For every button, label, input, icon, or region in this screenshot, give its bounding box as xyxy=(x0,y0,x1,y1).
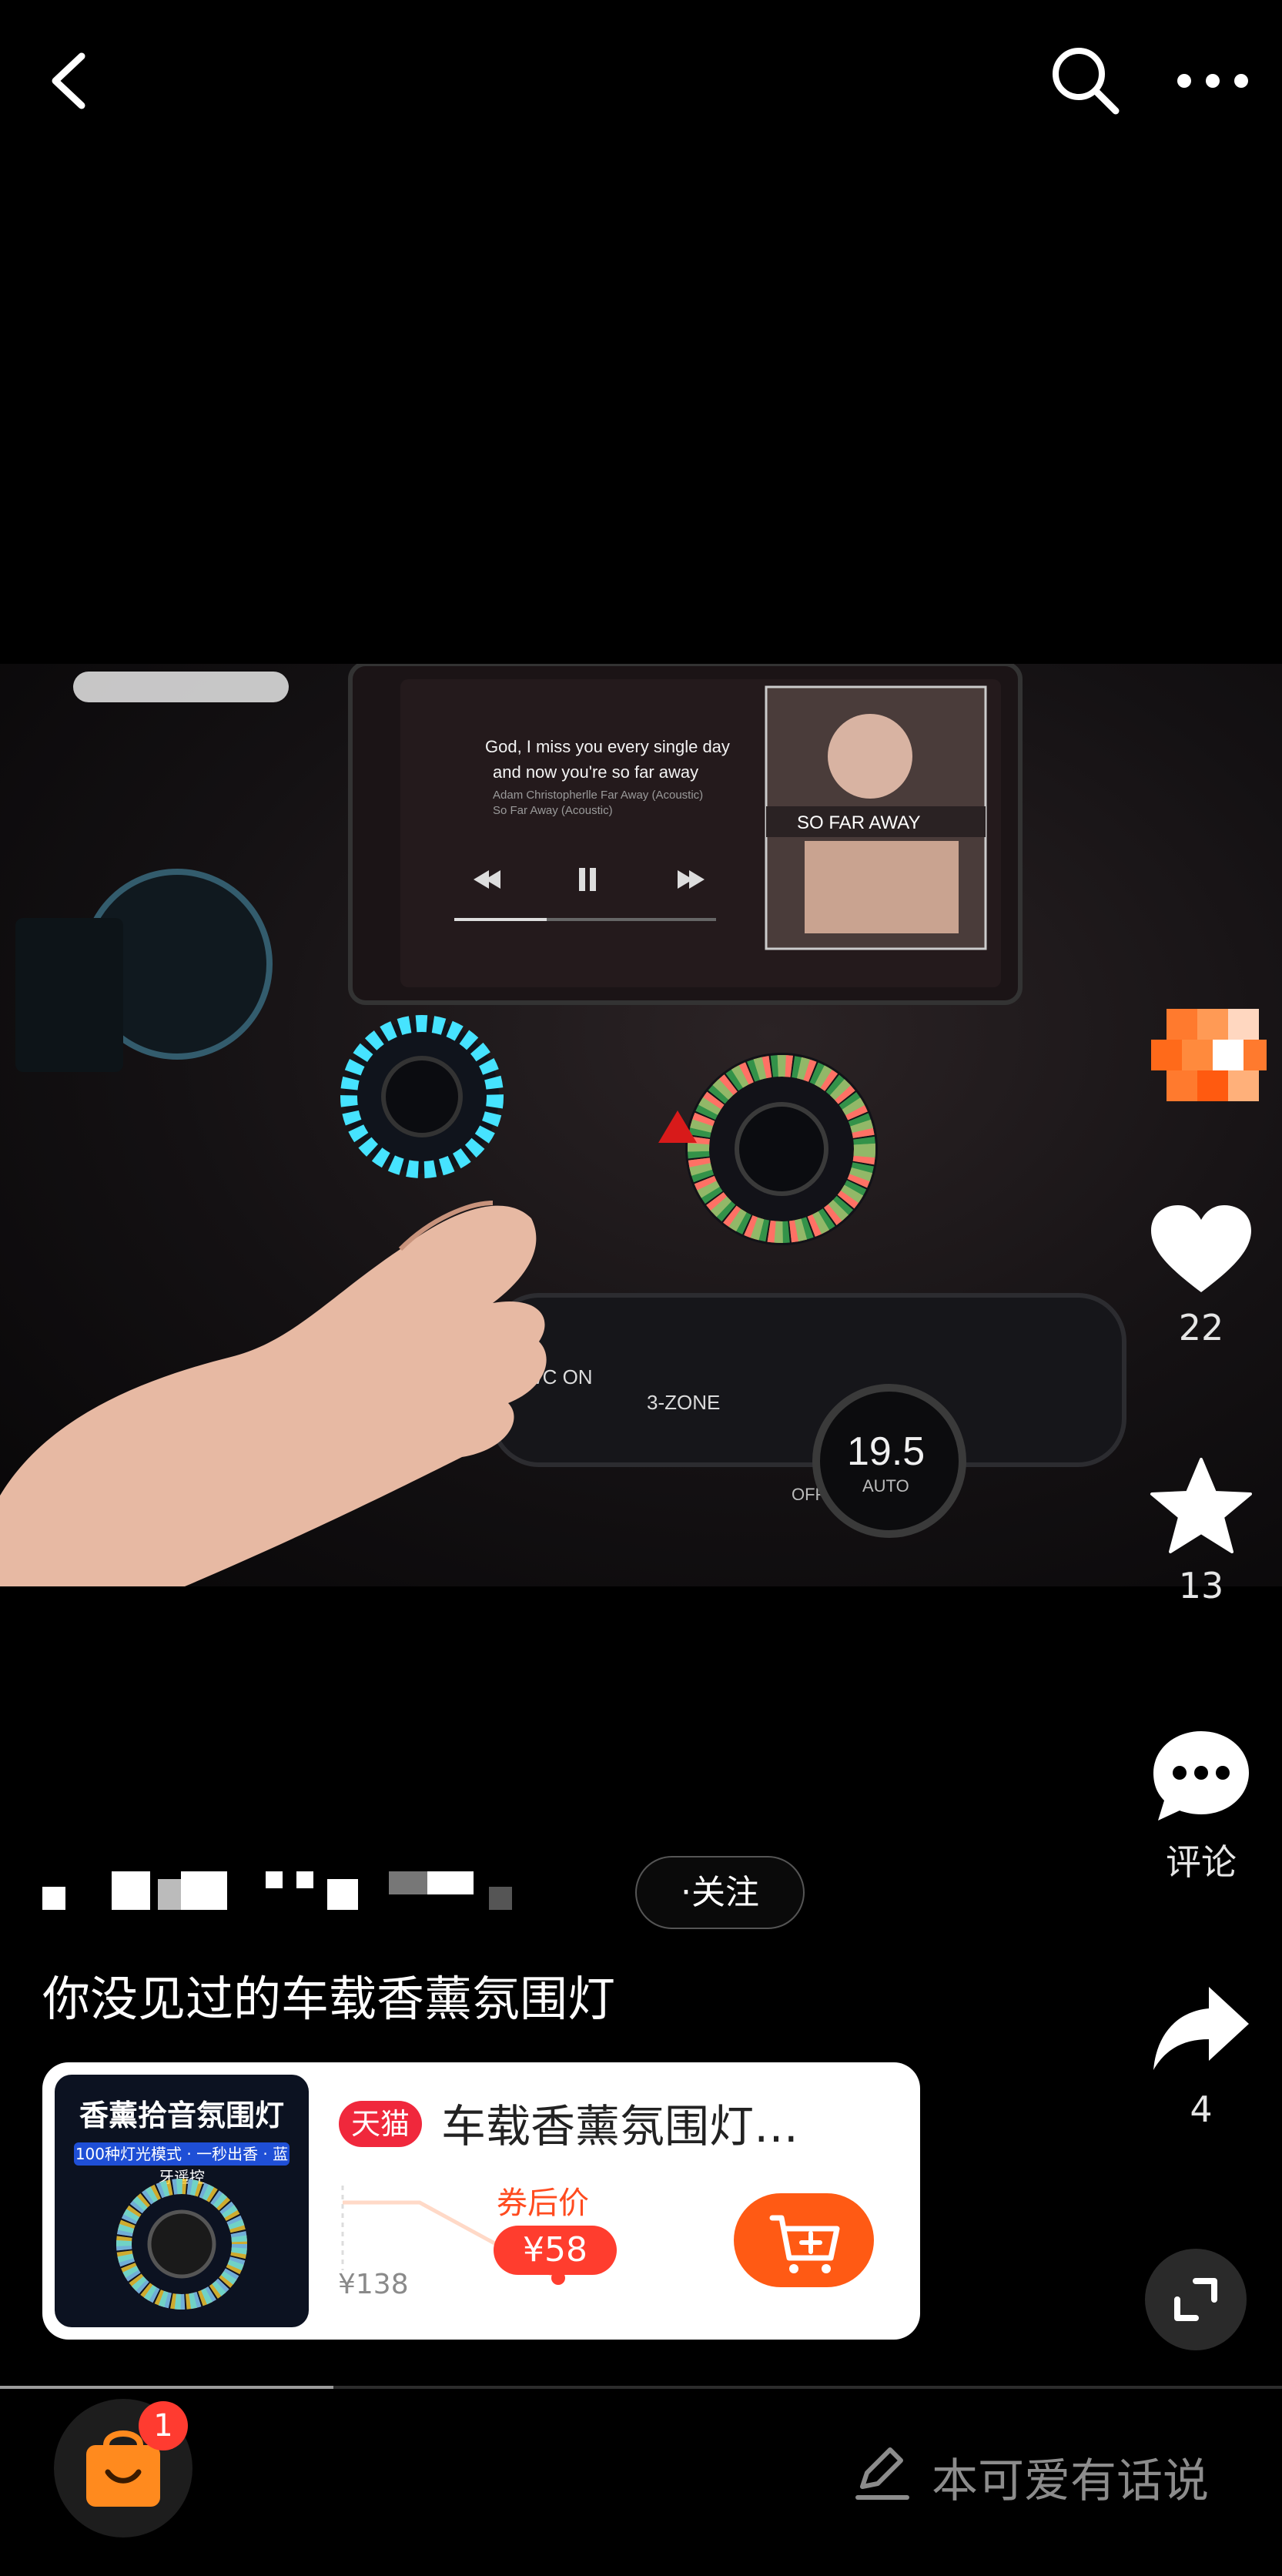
share-arrow-icon xyxy=(1153,1987,1249,2070)
pen-icon xyxy=(855,2447,909,2500)
search-icon xyxy=(1053,48,1120,115)
screen-album: So Far Away (Acoustic) xyxy=(493,804,613,817)
expand-icon xyxy=(1174,2278,1217,2321)
album-art-text: SO FAR AWAY xyxy=(797,812,920,833)
comment-button[interactable]: 评论 xyxy=(1124,1725,1278,1885)
add-to-cart-button[interactable] xyxy=(734,2193,874,2287)
comment-placeholder: 本可爱有话说 xyxy=(932,2454,1209,2508)
coupon-price: ¥58 xyxy=(494,2226,617,2275)
author-row: ·关注 xyxy=(42,1856,805,1929)
coupon-label: 券后价 xyxy=(497,2186,589,2221)
top-bar xyxy=(0,0,1282,169)
share-button[interactable]: 4 xyxy=(1124,1979,1278,2130)
original-price: ¥138 xyxy=(338,2269,409,2300)
product-card[interactable]: 香薰拾音氛围灯 100种灯光模式 · 一秒出香 · 蓝牙遥控 天猫 车载香薰氛围… xyxy=(42,2062,920,2340)
video-player[interactable]: God, I miss you every single day and now… xyxy=(0,664,1282,1586)
fullscreen-button[interactable] xyxy=(1145,2249,1247,2350)
video-frame: God, I miss you every single day and now… xyxy=(0,664,1126,1586)
product-thumbnail[interactable]: 香薰拾音氛围灯 100种灯光模式 · 一秒出香 · 蓝牙遥控 xyxy=(55,2075,309,2327)
zone-label: 3-ZONE xyxy=(647,1391,720,1414)
left-rgb-light xyxy=(340,1015,504,1178)
author-name-obscured xyxy=(42,1871,512,1910)
heart-icon xyxy=(1151,1205,1251,1292)
add-to-cart-icon xyxy=(769,2215,840,2273)
climate-temp: 19.5 xyxy=(847,1429,925,1474)
comment-input[interactable]: 本可爱有话说 xyxy=(847,2437,1247,2508)
thumb-product-image xyxy=(116,2179,247,2310)
chevron-left-icon xyxy=(52,52,85,109)
bag-badge-count: 1 xyxy=(139,2401,188,2450)
right-rgb-light xyxy=(685,1053,878,1245)
share-count: 4 xyxy=(1190,2089,1213,2130)
screen-lyrics-line2: and now you're so far away xyxy=(493,762,698,782)
climate-mode: AUTO xyxy=(862,1476,909,1496)
comment-label: 评论 xyxy=(1166,1841,1237,1883)
product-title[interactable]: 车载香薰氛围灯… xyxy=(441,2090,798,2155)
video-caption: 你没见过的车载香薰氛围灯 xyxy=(42,1971,616,2027)
side-actions: 22 13 评论 4 xyxy=(1124,0,1278,2576)
star-icon xyxy=(1150,1458,1252,1553)
back-button[interactable] xyxy=(38,42,100,119)
search-button[interactable] xyxy=(1043,39,1128,123)
favorite-button[interactable]: 13 xyxy=(1124,1455,1278,1606)
screen-lyrics-line1: God, I miss you every single day xyxy=(485,737,730,756)
follow-button[interactable]: ·关注 xyxy=(635,1856,805,1929)
like-button[interactable]: 22 xyxy=(1124,1201,1278,1348)
comment-bubble-icon xyxy=(1153,1731,1249,1821)
tmall-badge: 天猫 xyxy=(339,2101,423,2147)
like-count: 22 xyxy=(1178,1307,1224,1348)
video-progress-fill xyxy=(0,2386,333,2389)
screen-song: Adam Christopherlle Far Away (Acoustic) xyxy=(493,789,703,802)
favorite-count: 13 xyxy=(1178,1565,1224,1606)
